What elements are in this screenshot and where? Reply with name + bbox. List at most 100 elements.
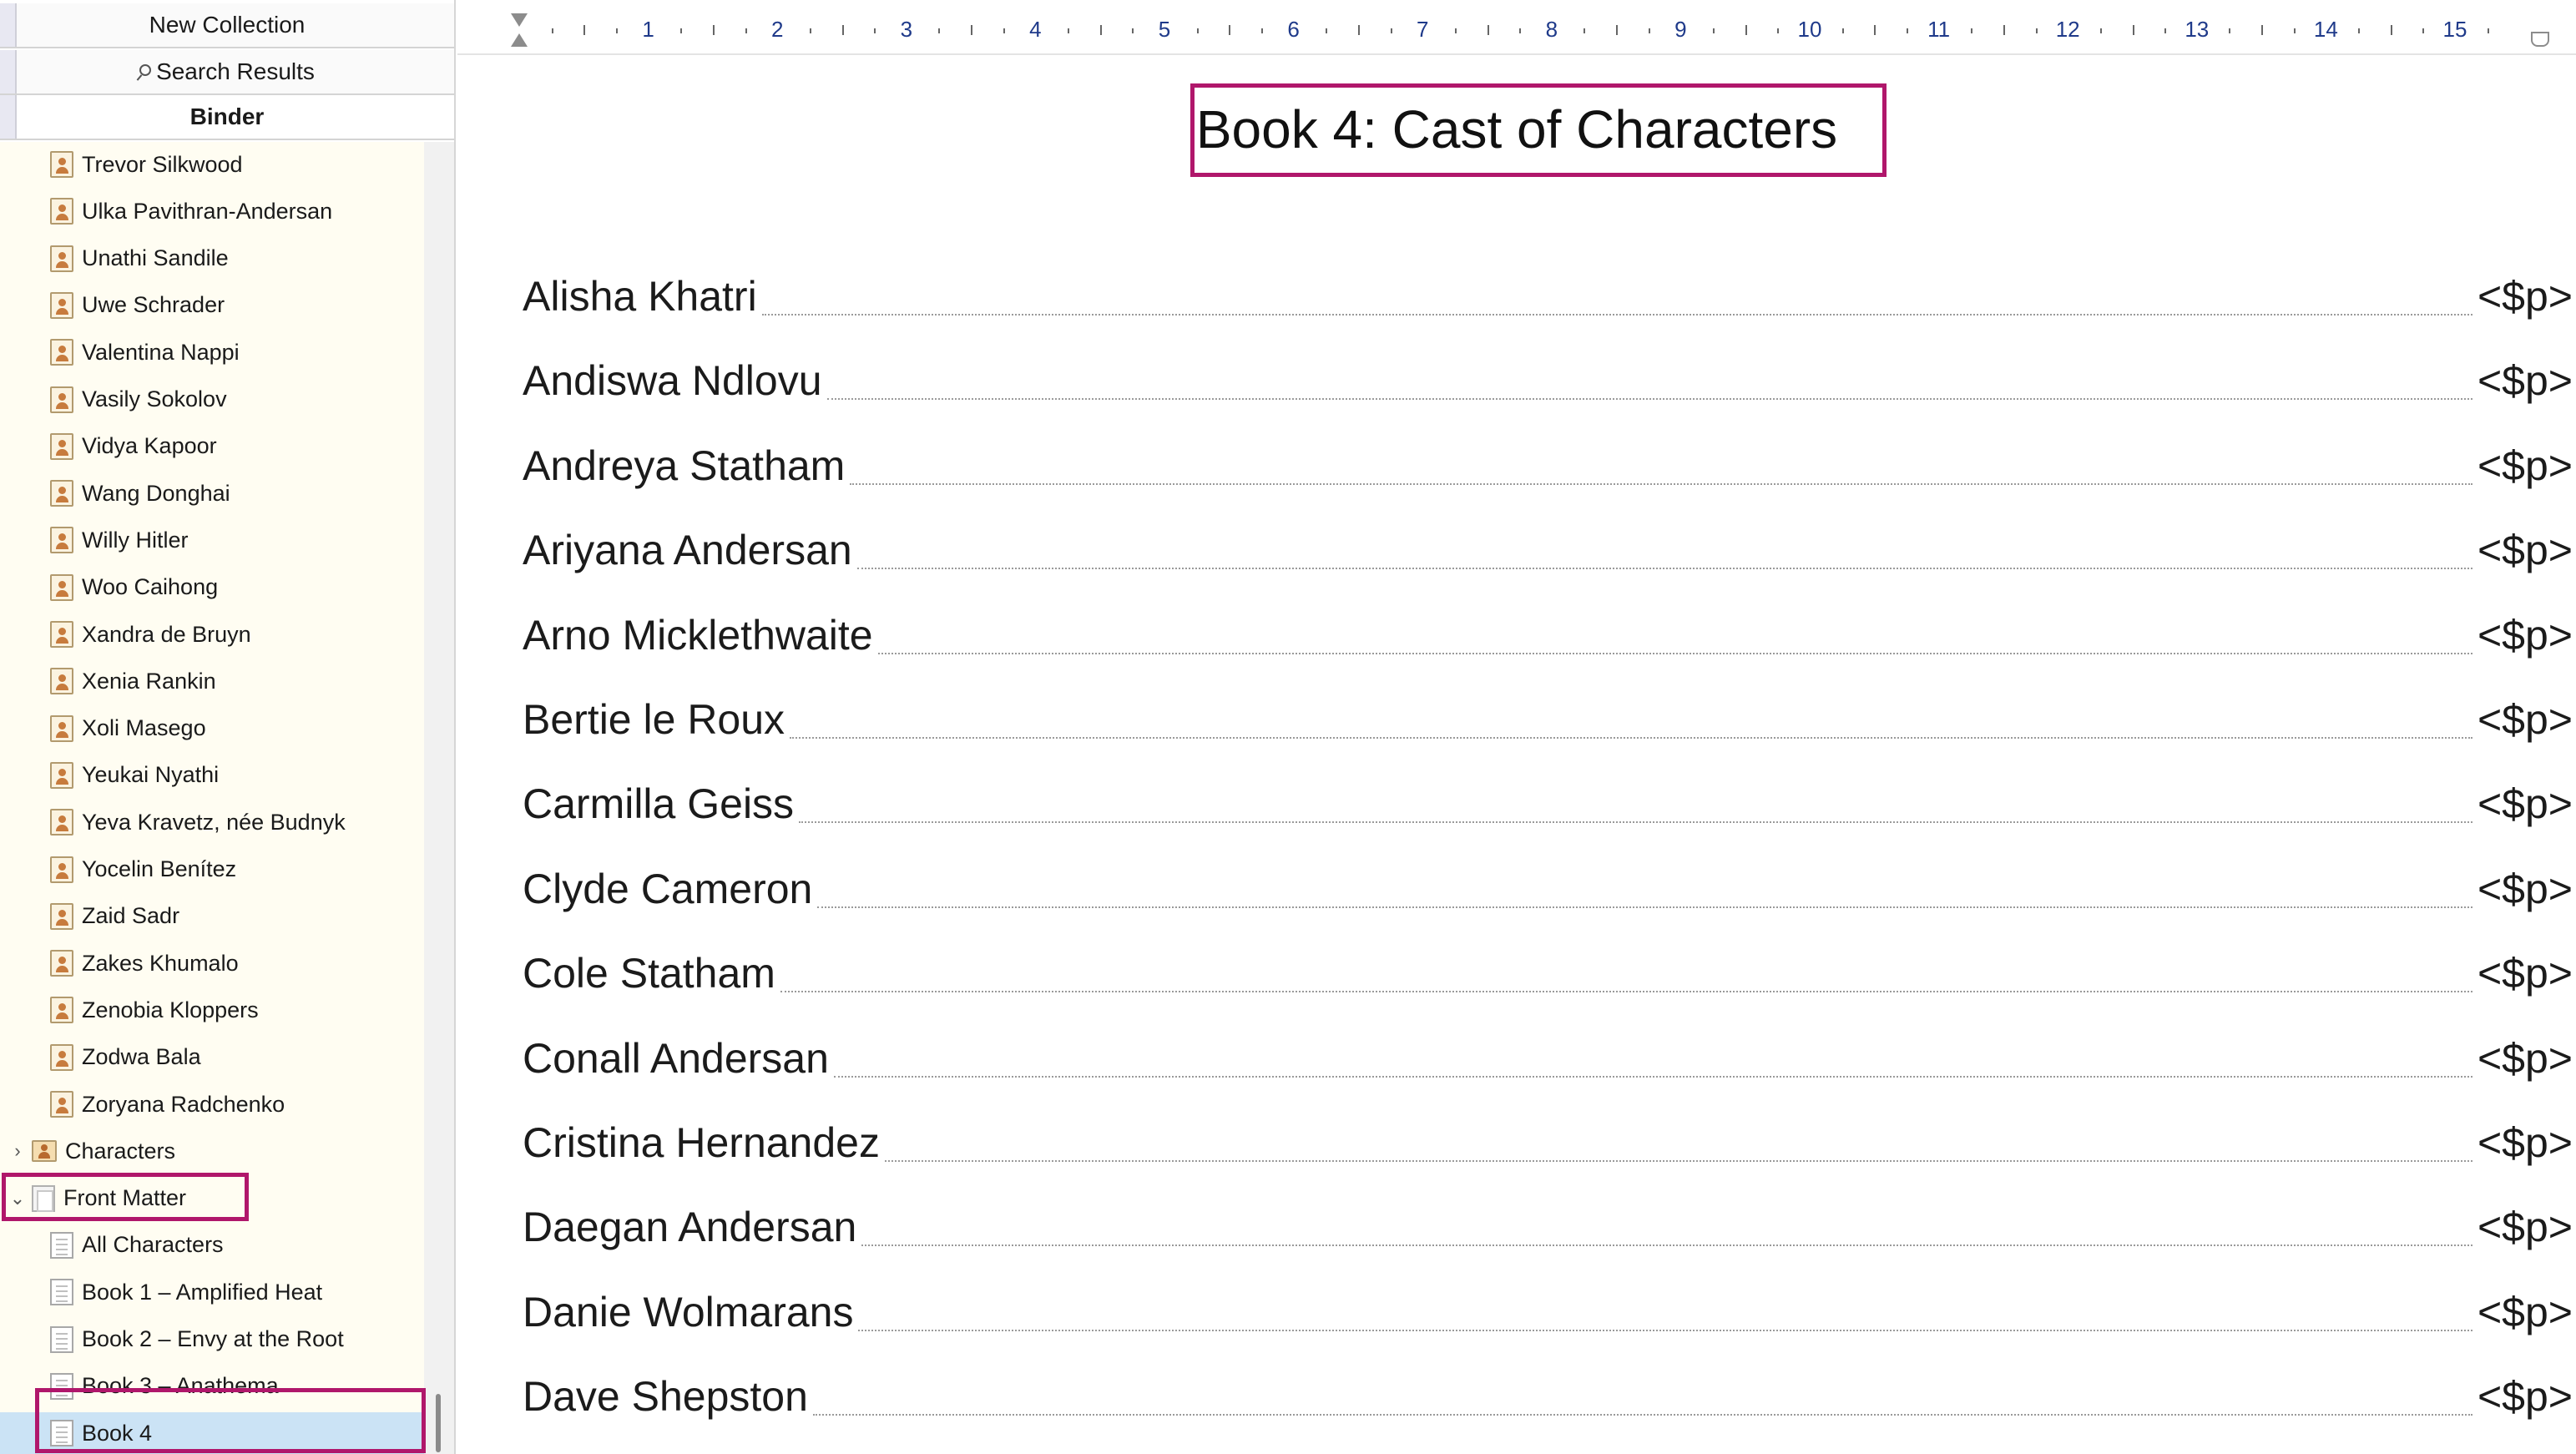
cast-entry[interactable]: Clyde Cameron <$p>	[523, 858, 2573, 916]
right-tab-marker[interactable]	[2531, 32, 2549, 47]
binder-item-character[interactable]: Xandra de Bruyn	[0, 613, 424, 655]
document-title[interactable]: Book 4: Cast of Characters	[457, 98, 2576, 160]
binder-item-character[interactable]: Zoryana Radchenko	[0, 1083, 424, 1125]
ruler-tick	[680, 28, 683, 33]
binder-item-character[interactable]: Xoli Masego	[0, 708, 424, 750]
tab-binder-label: Binder	[189, 103, 265, 129]
ruler-tick	[1326, 28, 1328, 33]
binder-scroll-thumb[interactable]	[436, 1394, 441, 1452]
cast-entry[interactable]: Andreya Statham <$p>	[523, 435, 2573, 493]
character-sheet-icon	[50, 151, 73, 178]
ruler-tick	[615, 28, 618, 33]
binder-item-character[interactable]: Vidya Kapoor	[0, 426, 424, 467]
binder-item-character[interactable]: Uwe Schrader	[0, 285, 424, 326]
tab-binder[interactable]: Binder	[0, 95, 454, 140]
binder-item-label: Xenia Rankin	[82, 668, 216, 694]
binder-item-character[interactable]: Zakes Khumalo	[0, 942, 424, 984]
cast-entry[interactable]: Bertie le Roux <$p>	[523, 689, 2573, 747]
dot-leader	[812, 1414, 2472, 1416]
binder-item-label: Uwe Schrader	[82, 292, 225, 318]
cast-entry[interactable]: Cristina Hernandez <$p>	[523, 1112, 2573, 1170]
dot-leader	[780, 991, 2472, 993]
binder-item-character[interactable]: Unathi Sandile	[0, 238, 424, 280]
chevron-down-icon[interactable]: ⌄	[8, 1188, 27, 1209]
binder-item-character[interactable]: Yeukai Nyathi	[0, 755, 424, 796]
binder-item-character[interactable]: Wang Donghai	[0, 472, 424, 514]
document-icon	[50, 1231, 73, 1259]
cast-entry-name: Bertie le Roux	[523, 696, 785, 743]
binder-item-character[interactable]: Xenia Rankin	[0, 660, 424, 702]
ruler-tick	[1745, 25, 1747, 35]
binder-item-label: Unathi Sandile	[82, 245, 229, 271]
binder-folder-characters[interactable]: › Characters	[0, 1130, 424, 1172]
binder-scrollbar[interactable]	[424, 142, 454, 1454]
ruler-tick	[1390, 28, 1392, 33]
character-sheet-icon	[50, 291, 73, 319]
character-sheet-icon	[50, 1091, 73, 1118]
ruler-tick	[2035, 28, 2038, 33]
cast-entry[interactable]: Andiswa Ndlovu <$p>	[523, 350, 2573, 408]
chevron-right-icon[interactable]: ›	[8, 1140, 27, 1162]
character-sheet-icon	[50, 432, 73, 460]
tab-search-results[interactable]: Search Results	[0, 50, 454, 95]
ruler-tick	[551, 28, 553, 33]
binder-item-label: Front Matter	[63, 1185, 187, 1211]
character-sheet-icon	[50, 997, 73, 1024]
ruler-tick	[2358, 28, 2361, 33]
character-sheet-icon	[50, 809, 73, 836]
cast-entry[interactable]: Dave Shepston <$p>	[523, 1366, 2573, 1424]
ruler-number: 10	[1797, 17, 1822, 42]
cast-entry-name: Dave Shepston	[523, 1373, 808, 1421]
binder-item-document[interactable]: All Characters	[0, 1224, 424, 1266]
character-sheet-icon	[50, 950, 73, 977]
tab-new-collection[interactable]: New Collection	[0, 3, 454, 48]
dot-leader	[861, 1244, 2472, 1247]
binder-item-character[interactable]: Yocelin Benítez	[0, 849, 424, 891]
cast-entry-name: Daegan Andersan	[523, 1204, 857, 1251]
binder-item-character[interactable]: Vasily Sokolov	[0, 379, 424, 421]
binder-item-character[interactable]: Valentina Nappi	[0, 331, 424, 373]
binder-item-character[interactable]: Willy Hitler	[0, 519, 424, 561]
cast-entry-name: Andiswa Ndlovu	[523, 357, 822, 405]
ruler-tick	[809, 28, 811, 33]
binder-item-character[interactable]: Zenobia Kloppers	[0, 989, 424, 1031]
character-sheet-icon	[50, 386, 73, 413]
binder-item-document[interactable]: Book 3 – Anathema	[0, 1366, 424, 1407]
cast-entry[interactable]: Carmilla Geiss <$p>	[523, 773, 2573, 831]
page-number-placeholder: <$p>	[2477, 1373, 2573, 1421]
first-line-indent-marker[interactable]	[511, 13, 528, 27]
binder-item-label: Valentina Nappi	[82, 339, 240, 365]
binder-folder-front-matter[interactable]: ⌄ Front Matter	[0, 1178, 424, 1219]
binder-item-document[interactable]: Book 2 – Envy at the Root	[0, 1319, 424, 1361]
ruler-tick	[2132, 25, 2134, 35]
editor[interactable]: 1 2 3 4 5 6 7 8 9 10 11 12 13 14 15 Book 4: Cast of Ch…	[457, 0, 2576, 1454]
ruler-tick	[1648, 28, 1650, 33]
binder-item-character[interactable]: Zaid Sadr	[0, 896, 424, 937]
binder-item-character[interactable]: Woo Caihong	[0, 567, 424, 608]
binder-item-character[interactable]: Yeva Kravetz, née Budnyk	[0, 801, 424, 843]
binder-item-character[interactable]: Trevor Silkwood	[0, 144, 424, 185]
dot-leader	[799, 821, 2472, 824]
ruler-number: 9	[1674, 17, 1687, 42]
binder-item-document[interactable]: Book 1 – Amplified Heat	[0, 1271, 424, 1313]
cast-entry[interactable]: Cole Statham <$p>	[523, 942, 2573, 1001]
binder-item-character[interactable]: Ulka Pavithran-Andersan	[0, 190, 424, 232]
ruler[interactable]: 1 2 3 4 5 6 7 8 9 10 11 12 13 14 15	[457, 7, 2576, 55]
ruler-tick	[1357, 25, 1360, 35]
binder-item-selected[interactable]: Book 4	[0, 1412, 424, 1454]
cast-entry[interactable]: Alisha Khatri <$p>	[523, 265, 2573, 324]
dot-leader	[833, 1075, 2472, 1078]
left-indent-marker[interactable]	[511, 33, 528, 47]
cast-entry-name: Danie Wolmarans	[523, 1288, 854, 1335]
collection-color-strip	[0, 95, 17, 139]
binder-item-character[interactable]: Zodwa Bala	[0, 1037, 424, 1078]
ruler-tick	[1971, 28, 1973, 33]
cast-entry[interactable]: Conall Andersan <$p>	[523, 1027, 2573, 1086]
binder-item-label: Yeva Kravetz, née Budnyk	[82, 809, 346, 835]
binder-item-label: All Characters	[82, 1232, 224, 1258]
characters-folder-icon	[32, 1140, 57, 1163]
cast-entry[interactable]: Danie Wolmarans <$p>	[523, 1281, 2573, 1340]
cast-entry[interactable]: Arno Micklethwaite <$p>	[523, 604, 2573, 663]
cast-entry[interactable]: Ariyana Andersan <$p>	[523, 519, 2573, 578]
cast-entry[interactable]: Daegan Andersan <$p>	[523, 1196, 2573, 1255]
